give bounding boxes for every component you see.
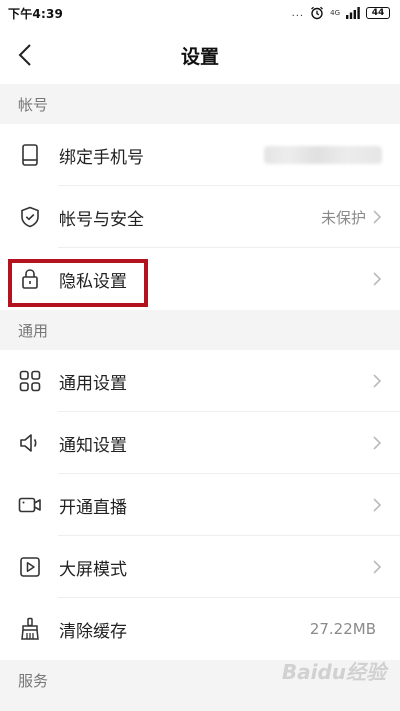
row-bind-phone[interactable]: 绑定手机号 — [0, 124, 400, 186]
battery-icon: 44 — [366, 7, 390, 19]
shield-check-icon — [18, 205, 42, 229]
chevron-right-icon — [372, 497, 382, 513]
status-time: 下午4:39 — [8, 6, 64, 21]
row-label: 清除缓存 — [59, 621, 127, 642]
row-privacy-settings[interactable]: 隐私设置 — [0, 248, 400, 310]
chevron-right-icon — [372, 435, 382, 451]
status-indicators: ... 4G 44 — [292, 6, 390, 20]
section-header-service: 服务 — [0, 660, 400, 700]
grid-icon — [18, 369, 42, 393]
video-camera-icon — [18, 493, 42, 517]
page-title: 设置 — [180, 45, 219, 68]
phone-number-blurred — [264, 146, 382, 164]
row-clear-cache[interactable]: 清除缓存 27.22MB — [0, 598, 400, 660]
chevron-right-icon — [372, 209, 382, 225]
speaker-icon — [18, 431, 42, 455]
section-header-general: 通用 — [0, 310, 400, 350]
back-button[interactable] — [10, 40, 40, 70]
phone-icon — [18, 143, 42, 167]
chevron-right-icon — [372, 373, 382, 389]
row-label: 开通直播 — [59, 497, 127, 518]
status-bar: 下午4:39 ... 4G 44 — [0, 0, 400, 26]
row-label: 大屏模式 — [59, 559, 127, 580]
alarm-icon — [310, 6, 324, 20]
cache-size: 27.22MB — [309, 620, 376, 638]
status-dots: ... — [291, 7, 305, 19]
section-header-account: 帐号 — [0, 84, 400, 124]
row-label: 绑定手机号 — [59, 147, 144, 168]
row-account-security[interactable]: 帐号与安全 未保护 — [0, 186, 400, 248]
row-label: 帐号与安全 — [59, 209, 144, 230]
network-type: 4G — [330, 8, 340, 17]
chevron-left-icon — [18, 43, 32, 67]
chevron-right-icon — [372, 559, 382, 575]
row-label: 隐私设置 — [59, 271, 127, 292]
row-notification-settings[interactable]: 通知设置 — [0, 412, 400, 474]
signal-icon — [346, 7, 360, 19]
lock-icon — [18, 267, 42, 291]
row-label: 通知设置 — [59, 435, 127, 456]
row-big-screen-mode[interactable]: 大屏模式 — [0, 536, 400, 598]
row-label: 通用设置 — [59, 373, 127, 394]
row-live-stream[interactable]: 开通直播 — [0, 474, 400, 536]
play-screen-icon — [18, 555, 42, 579]
row-general-settings[interactable]: 通用设置 — [0, 350, 400, 412]
navbar: 设置 — [0, 26, 400, 84]
security-status: 未保护 — [320, 208, 366, 227]
chevron-right-icon — [372, 271, 382, 287]
broom-icon — [18, 617, 42, 641]
